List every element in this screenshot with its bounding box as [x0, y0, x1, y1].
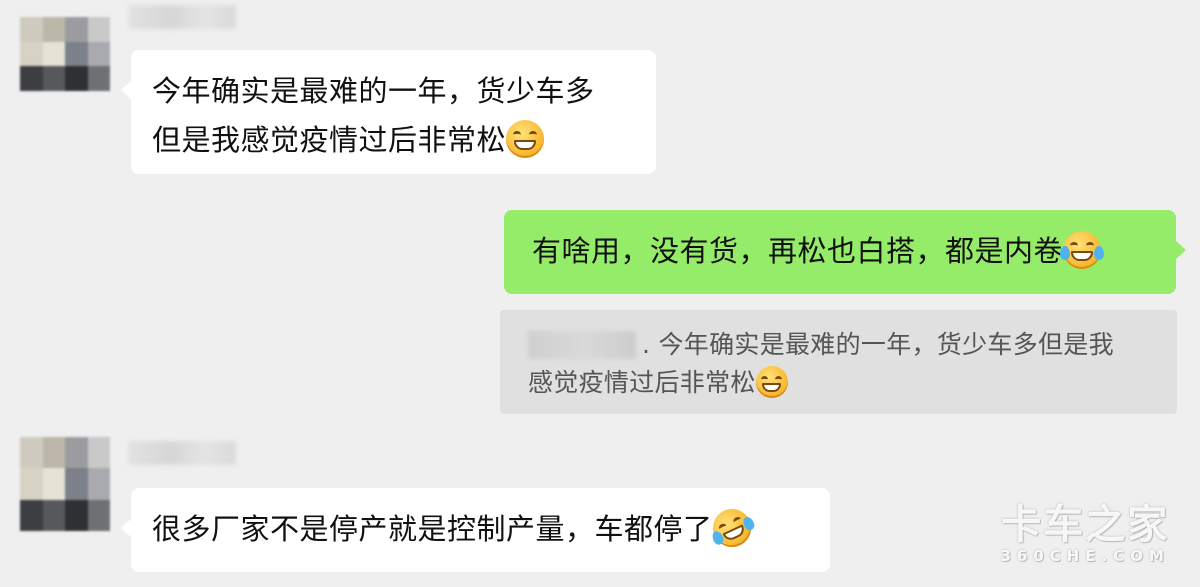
quoted-sender-name-blurred	[528, 331, 636, 359]
rolling-laughing-face-icon	[706, 502, 757, 554]
message-text: 很多厂家不是停产就是控制产量，车都停了	[152, 512, 713, 546]
grinning-face-icon	[755, 366, 788, 398]
tears-of-joy-icon	[1060, 231, 1105, 269]
sender-avatar-blurred[interactable]	[20, 17, 110, 91]
site-watermark-logo: 卡车之家 360CHE.COM	[1000, 503, 1170, 565]
watermark-sub-text: 360CHE.COM	[1000, 547, 1170, 565]
sender-name-blurred	[128, 441, 236, 465]
grinning-face-icon	[506, 120, 545, 158]
watermark-main-text: 卡车之家	[1001, 502, 1170, 548]
message-text: 但是我感觉疫情过后非常松	[152, 123, 507, 157]
quoted-text: . 今年确实是最难的一年，货少车多但是我	[642, 330, 1114, 359]
message-text: 有啥用，没有货，再松也白搭，都是内卷	[532, 234, 1064, 268]
message-bubble-incoming[interactable]: 今年确实是最难的一年，货少车多 但是我感觉疫情过后非常松	[121, 50, 656, 174]
sender-name-blurred	[128, 5, 236, 29]
message-bubble-outgoing[interactable]: 有啥用，没有货，再松也白搭，都是内卷	[504, 210, 1186, 294]
quoted-text: 感觉疫情过后非常松	[528, 368, 756, 397]
sender-avatar-blurred[interactable]	[20, 437, 110, 531]
message-text: 今年确实是最难的一年，货少车多	[152, 74, 595, 108]
quoted-message[interactable]: . 今年确实是最难的一年，货少车多但是我 感觉疫情过后非常松	[500, 310, 1177, 414]
message-bubble-incoming[interactable]: 很多厂家不是停产就是控制产量，车都停了	[121, 488, 830, 572]
